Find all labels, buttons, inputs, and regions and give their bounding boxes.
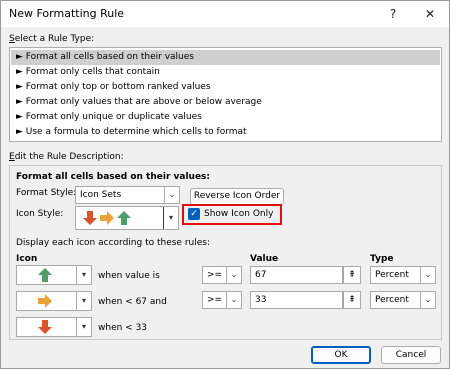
range-select-button[interactable]: ⇞ bbox=[343, 266, 361, 284]
ok-button[interactable]: OK bbox=[311, 346, 371, 364]
icon-select[interactable]: ▾ bbox=[16, 265, 92, 285]
type-value: Percent bbox=[375, 295, 409, 305]
rule-type-item[interactable]: ► Format only top or bottom ranked value… bbox=[11, 80, 440, 95]
type-select[interactable]: Percent ⌄ bbox=[370, 291, 436, 309]
condition-label: when < 33 bbox=[98, 323, 148, 333]
type-value: Percent bbox=[375, 270, 409, 280]
rule-type-item[interactable]: ► Format only cells that contain bbox=[11, 65, 440, 80]
chevron-down-icon: ▾ bbox=[76, 318, 91, 336]
icon-column-header: Icon bbox=[16, 254, 38, 264]
rule-type-list[interactable]: ► Format all cells based on their values… bbox=[9, 47, 442, 142]
title-bar: New Formatting Rule ? ✕ bbox=[1, 1, 449, 27]
operator-value: >= bbox=[207, 295, 223, 305]
chevron-down-icon: ▾ bbox=[76, 266, 91, 284]
chevron-down-icon: ⌄ bbox=[226, 292, 241, 308]
red-down-arrow-icon bbox=[82, 210, 98, 226]
type-select[interactable]: Percent ⌄ bbox=[370, 266, 436, 284]
highlight-box bbox=[182, 204, 282, 225]
chevron-down-icon: ⌄ bbox=[164, 187, 179, 203]
rule-type-item[interactable]: ► Format only values that are above or b… bbox=[11, 95, 440, 110]
operator-select[interactable]: >= ⌄ bbox=[202, 266, 242, 284]
rule-type-item[interactable]: ► Format only unique or duplicate values bbox=[11, 110, 440, 125]
close-button[interactable]: ✕ bbox=[415, 1, 445, 27]
type-column-header: Type bbox=[370, 254, 394, 264]
operator-value: >= bbox=[207, 270, 223, 280]
rule-description-heading: Edit the Rule Description: bbox=[9, 152, 124, 162]
yellow-right-arrow-icon bbox=[37, 293, 53, 309]
chevron-down-icon: ⌄ bbox=[226, 267, 241, 283]
value-input[interactable]: 33 bbox=[250, 291, 343, 309]
chevron-down-icon: ⌄ bbox=[420, 292, 435, 308]
chevron-down-icon: ▾ bbox=[163, 207, 178, 229]
format-style-value: Icon Sets bbox=[80, 190, 122, 200]
icon-select[interactable]: ▾ bbox=[16, 317, 92, 337]
rules-caption: Display each icon according to these rul… bbox=[16, 238, 210, 248]
chevron-down-icon: ▾ bbox=[76, 292, 91, 310]
rule-type-heading: Select a Rule Type: bbox=[9, 34, 95, 44]
icon-select[interactable]: ▾ bbox=[16, 291, 92, 311]
range-select-button[interactable]: ⇞ bbox=[343, 291, 361, 309]
dialog-title: New Formatting Rule bbox=[9, 7, 125, 20]
section-title: Format all cells based on their values: bbox=[16, 172, 211, 182]
reverse-icon-order-button[interactable]: Reverse Icon Order bbox=[190, 188, 284, 205]
red-down-arrow-icon bbox=[37, 319, 53, 335]
rule-type-item[interactable]: ► Use a formula to determine which cells… bbox=[11, 125, 440, 140]
value-column-header: Value bbox=[250, 254, 279, 264]
help-button[interactable]: ? bbox=[378, 1, 408, 27]
chevron-down-icon: ⌄ bbox=[420, 267, 435, 283]
format-style-select[interactable]: Icon Sets ⌄ bbox=[75, 186, 180, 204]
condition-label: when value is bbox=[98, 271, 160, 281]
value-input[interactable]: 67 bbox=[250, 266, 343, 284]
yellow-right-arrow-icon bbox=[99, 210, 115, 226]
rule-type-item[interactable]: ► Format all cells based on their values bbox=[11, 50, 440, 65]
condition-label: when < 67 and bbox=[98, 297, 167, 307]
green-up-arrow-icon bbox=[37, 267, 53, 283]
cancel-button[interactable]: Cancel bbox=[381, 346, 441, 364]
green-up-arrow-icon bbox=[116, 210, 132, 226]
format-style-label: Format Style: bbox=[16, 188, 77, 198]
icon-style-label: Icon Style: bbox=[16, 209, 64, 219]
operator-select[interactable]: >= ⌄ bbox=[202, 291, 242, 309]
icon-style-select[interactable]: ▾ bbox=[75, 206, 179, 230]
new-formatting-rule-dialog: New Formatting Rule ? ✕ Select a Rule Ty… bbox=[0, 0, 450, 369]
